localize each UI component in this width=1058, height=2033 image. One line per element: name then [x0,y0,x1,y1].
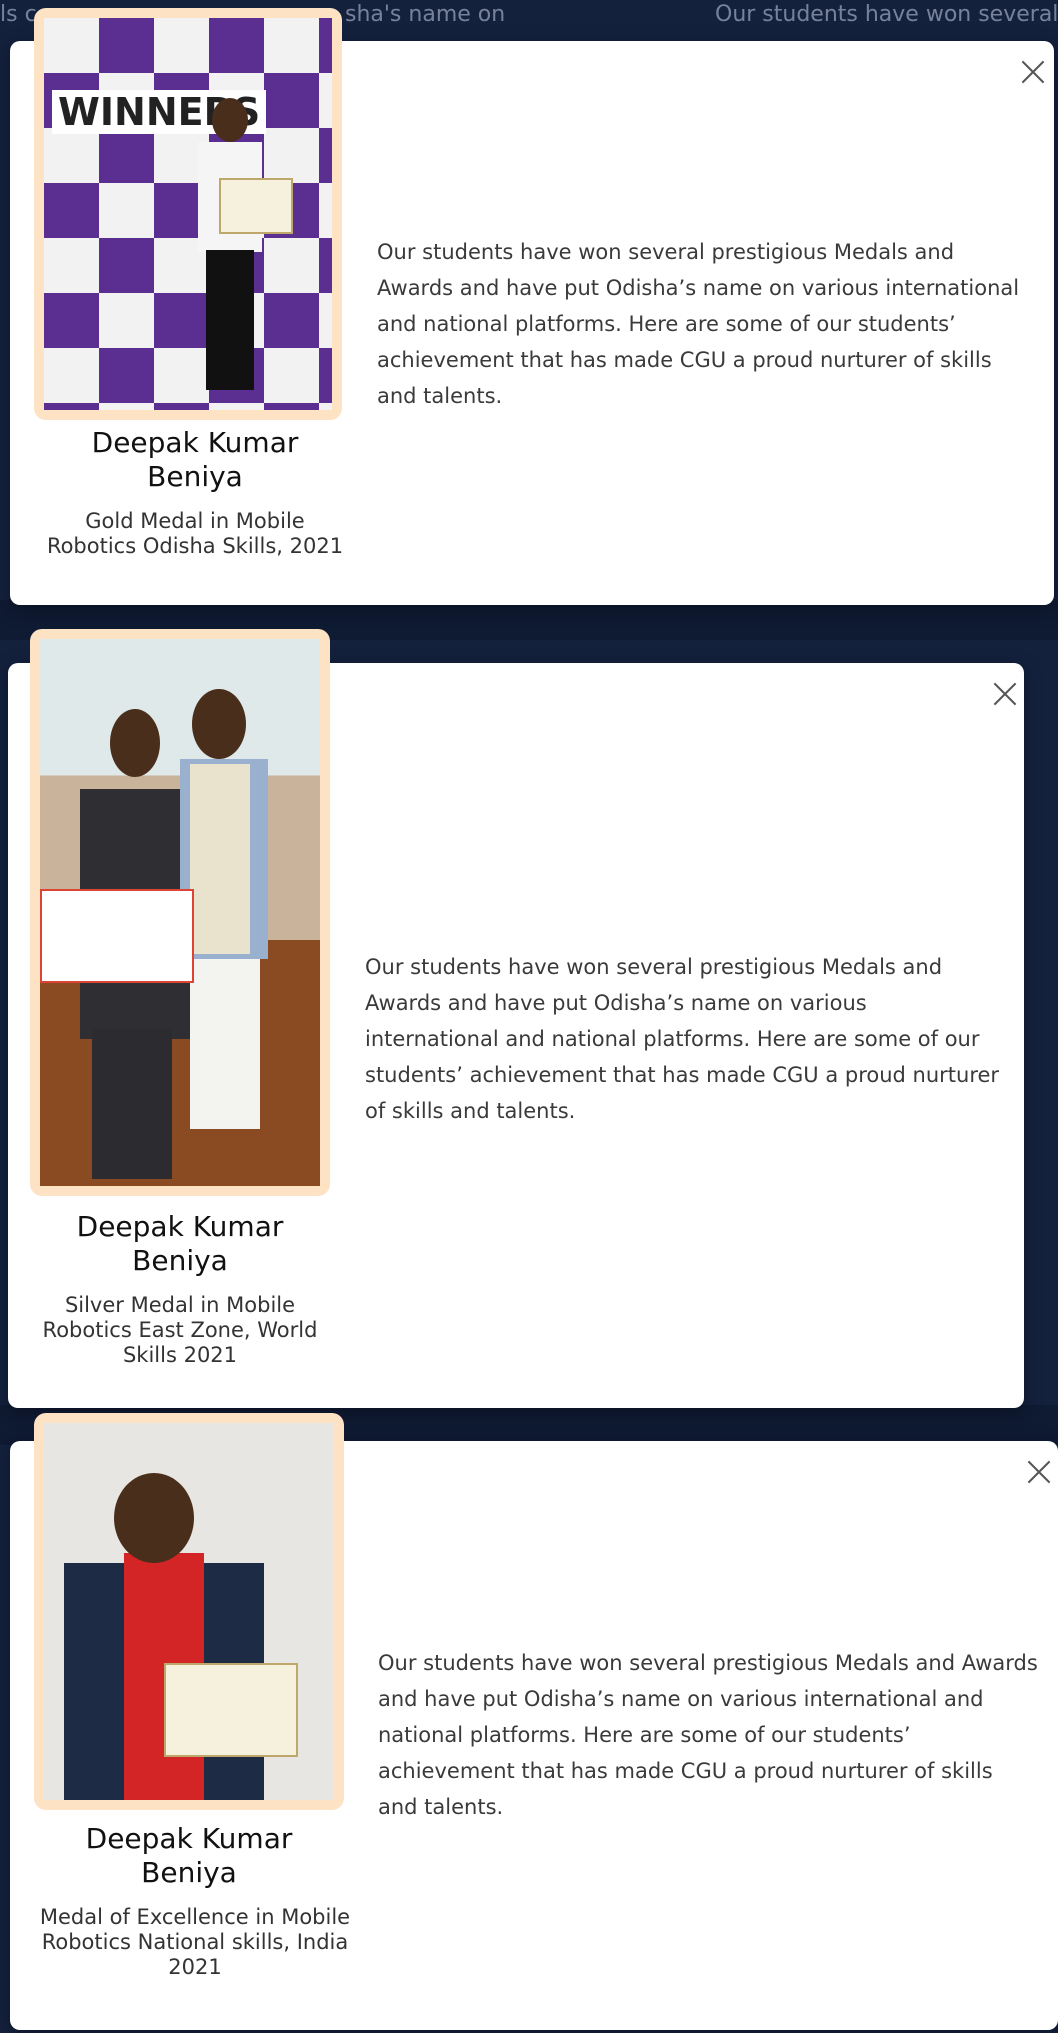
student-photo-certificate [44,1423,334,1800]
prize-check-image [40,889,194,983]
student-award: Medal of Excellence in Mobile Robotics N… [39,1905,351,1979]
achievement-description: Our students have won several prestigiou… [378,1651,1038,1819]
photo-frame [30,629,330,1196]
achievement-modal-3: Deepak Kumar Beniya Medal of Excellence … [10,1413,1058,2030]
student-name: Deepak Kumar Beniya [85,1822,293,1889]
student-award: Silver Medal in Mobile Robotics East Zon… [42,1293,318,1367]
close-icon[interactable] [990,679,1020,709]
student-name: Deepak Kumar Beniya [91,426,299,493]
student-name: Deepak Kumar Beniya [76,1210,284,1277]
achievement-modal-1: WINNERS Deepak Kumar Beniya Gold Medal i… [10,8,1054,605]
student-figure [194,98,264,398]
achievement-description: Our students have won several prestigiou… [377,240,1020,408]
close-icon[interactable] [1018,57,1048,87]
achievement-description: Our students have won several prestigiou… [365,955,1000,1123]
close-icon[interactable] [1024,1457,1054,1487]
achievement-modal-2: Deepak Kumar Beniya Silver Medal in Mobi… [8,629,1024,1408]
certificate-image [219,178,293,234]
student-photo-with-guest [40,639,320,1186]
student-award: Gold Medal in Mobile Robotics Odisha Ski… [46,509,344,558]
student-photo-winners: WINNERS [44,18,332,410]
photo-frame: WINNERS [34,8,342,420]
certificate-image [164,1663,298,1757]
photo-frame [34,1413,344,1810]
